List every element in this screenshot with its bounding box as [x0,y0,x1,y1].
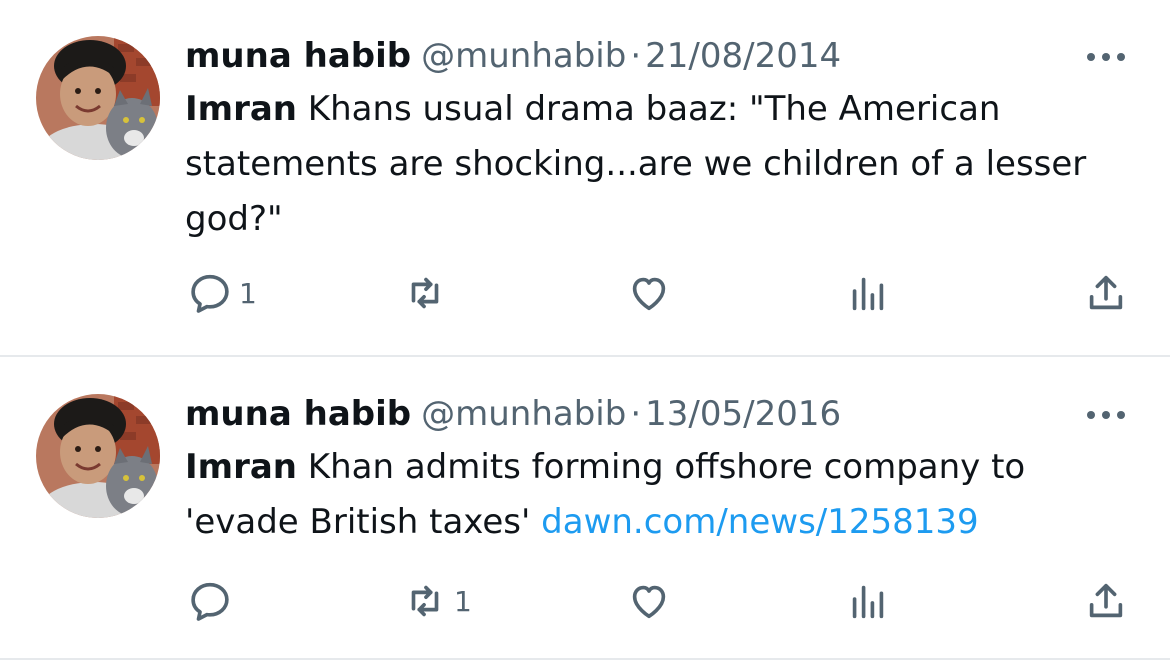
tweet-header: muna habib @munhabib · 13/05/2016 [185,392,841,436]
handle[interactable]: @munhabib [421,394,626,434]
action-bar: 1 [0,576,1170,626]
reply-count: 1 [239,276,257,310]
views-icon [845,270,891,316]
reply-icon [187,270,233,316]
views-icon [845,578,891,624]
tweet-link[interactable]: dawn.com/news/1258139 [541,502,979,542]
more-icon[interactable] [1084,48,1128,66]
more-icon[interactable] [1084,406,1128,424]
tweet[interactable]: muna habib @munhabib · 21/08/2014 Imran Kha… [0,0,1170,357]
tweet-text-lead: Imran [185,89,297,129]
like-button[interactable] [626,268,678,318]
tweet-text-rest: Khans usual drama baaz: "The American st… [185,89,1087,239]
action-bar: 1 [0,268,1170,318]
share-icon [1083,578,1129,624]
timestamp[interactable]: 13/05/2016 [645,394,841,434]
tweet[interactable]: muna habib @munhabib · 13/05/2016 Imran Kha… [0,358,1170,660]
avatar[interactable] [36,36,160,160]
share-button[interactable] [1083,268,1129,318]
views-button[interactable] [845,576,897,626]
views-button[interactable] [845,268,897,318]
tweet-text: Imran Khans usual drama baaz: "The Ameri… [185,82,1135,247]
retweet-button[interactable]: 1 [402,576,472,626]
retweet-button[interactable] [402,268,454,318]
display-name[interactable]: muna habib [185,394,411,434]
handle[interactable]: @munhabib [421,36,626,76]
tweet-text: Imran Khan admits forming offshore compa… [185,440,1135,550]
share-button[interactable] [1083,576,1129,626]
avatar[interactable] [36,394,160,518]
heart-icon [626,270,672,316]
retweet-icon [402,270,448,316]
heart-icon [626,578,672,624]
like-button[interactable] [626,576,678,626]
tweet-text-lead: Imran [185,447,297,487]
reply-button[interactable]: 1 [187,268,257,318]
timestamp[interactable]: 21/08/2014 [645,36,841,76]
reply-icon [187,578,233,624]
tweet-header: muna habib @munhabib · 21/08/2014 [185,34,841,78]
retweet-count: 1 [454,584,472,618]
reply-button[interactable] [187,576,239,626]
separator: · [630,36,642,76]
display-name[interactable]: muna habib [185,36,411,76]
retweet-icon [402,578,448,624]
separator: · [630,394,642,434]
share-icon [1083,270,1129,316]
